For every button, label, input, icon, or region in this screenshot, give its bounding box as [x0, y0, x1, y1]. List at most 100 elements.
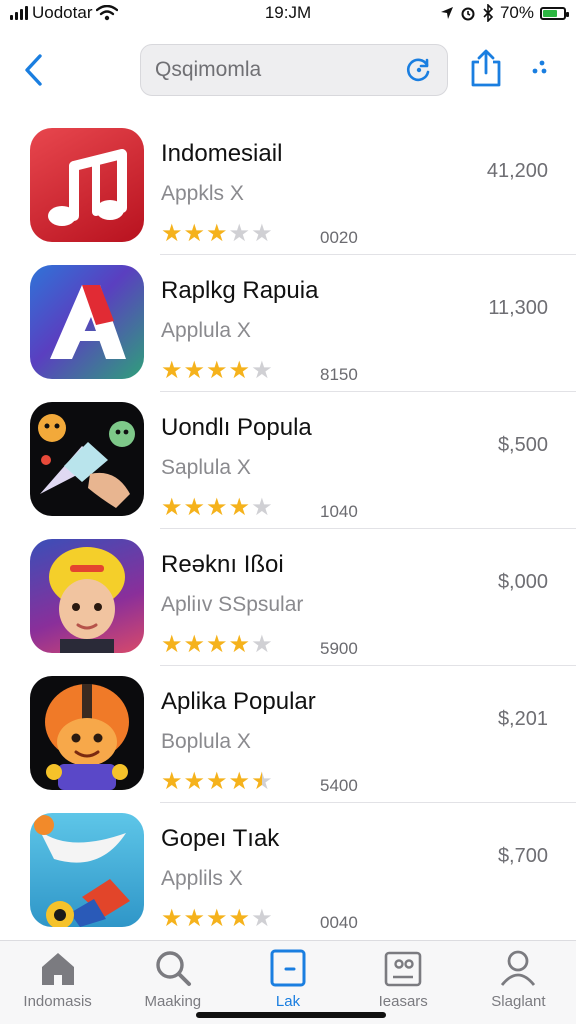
star-icon: ★	[183, 357, 206, 384]
star-icon: ★	[228, 905, 251, 932]
app-subtitle: Boplula X	[161, 730, 251, 753]
paper-plane-app-icon	[30, 813, 144, 927]
games-icon	[384, 951, 422, 987]
star-icon: ★	[251, 631, 273, 658]
search-query: Qsqimomla	[155, 58, 262, 81]
app-list: Indomesiail Appkls X ★ ★ ★ ★ ★ 0020 41,200 R…	[0, 118, 576, 938]
price-label[interactable]: $,000	[498, 571, 548, 594]
star-icon: ★	[161, 220, 183, 247]
share-button[interactable]	[468, 48, 504, 88]
star-rating: ★ ★ ★ ★ ★	[161, 633, 273, 657]
star-rating: ★ ★ ★ ★ ★	[161, 907, 273, 931]
star-icon: ★	[161, 768, 183, 795]
battery-fill	[543, 9, 557, 17]
tab-home[interactable]: Indomasis	[0, 941, 115, 1024]
more-button[interactable]	[526, 54, 552, 84]
app-name: Indomesiail	[161, 140, 283, 167]
app-name: Gopeı Tıak	[161, 825, 280, 852]
app-subtitle: Saplula X	[161, 456, 251, 479]
star-rating: ★ ★ ★ ★ ★	[161, 222, 273, 246]
star-icon: ★	[251, 220, 273, 247]
star-icon: ★	[206, 905, 228, 932]
star-icon: ★	[161, 905, 183, 932]
star-icon: ★	[161, 631, 183, 658]
list-item[interactable]: Uondlı Popula Saplula X ★ ★ ★ ★ ★ 1040 $,500	[0, 392, 576, 529]
star-icon: ★	[251, 494, 273, 521]
navbar: Qsqimomla	[0, 32, 576, 110]
search-icon	[156, 951, 191, 986]
profile-icon	[501, 950, 536, 986]
price-label[interactable]: $,201	[498, 708, 548, 731]
price-label[interactable]: 11,300	[488, 297, 548, 320]
tab-label: Maaking	[144, 993, 202, 1010]
home-indicator[interactable]	[196, 1012, 386, 1018]
home-icon	[41, 953, 74, 985]
star-icon: ★	[228, 357, 251, 384]
star-rating: ★ ★ ★ ★ ★	[161, 496, 273, 520]
refresh-icon[interactable]	[405, 56, 433, 84]
star-icon: ★	[206, 220, 228, 247]
battery-icon	[540, 6, 569, 20]
star-icon: ★	[183, 905, 206, 932]
list-item[interactable]: Reǝknı Ißoi Apliıv SSpsular ★ ★ ★ ★ ★ 5900 $…	[0, 529, 576, 666]
list-item[interactable]: Gopeı Tıak Applils X ★ ★ ★ ★ ★ 0040 $,700	[0, 803, 576, 938]
location-icon	[440, 7, 453, 19]
avatar-game-app-icon	[30, 539, 144, 653]
more-icon	[532, 60, 547, 74]
battery-percent: 70%	[499, 3, 534, 22]
star-icon: ★	[183, 220, 206, 247]
review-count: 0040	[320, 913, 358, 932]
list-item[interactable]: Raplkg Rapuia Applula X ★ ★ ★ ★ ★ 8150 11,30…	[0, 255, 576, 392]
star-icon: ★	[183, 494, 206, 521]
review-count: 0020	[320, 228, 358, 247]
app-subtitle: Appkls X	[161, 182, 244, 205]
star-icon: ★	[161, 357, 183, 384]
tab-label: Indomasis	[23, 993, 92, 1010]
alarm-icon	[461, 7, 475, 21]
helmet-character-app-icon	[30, 676, 144, 790]
chevron-left-icon	[25, 54, 42, 86]
status-right: 70%	[440, 3, 569, 23]
review-count: 5900	[320, 639, 358, 658]
tab-label: Lak	[275, 993, 301, 1010]
share-icon	[471, 49, 501, 87]
star-rating: ★ ★ ★ ★ ★	[161, 770, 273, 794]
app-name: Aplika Popular	[161, 688, 316, 715]
review-count: 5400	[320, 776, 358, 795]
app-name: Uondlı Popula	[161, 414, 312, 441]
app-name: Raplkg Rapuia	[161, 277, 319, 304]
signal-icon	[10, 6, 28, 20]
review-count: 8150	[320, 365, 358, 384]
star-icon: ★	[228, 494, 251, 521]
review-count: 1040	[320, 502, 358, 521]
music-app-icon	[30, 128, 144, 242]
app-subtitle: Apliıv SSpsular	[161, 593, 304, 616]
library-icon	[270, 949, 306, 987]
list-item[interactable]: Aplika Popular Boplula X ★ ★ ★ ★ ★ 5400 $,20…	[0, 666, 576, 803]
star-icon: ★	[228, 631, 251, 658]
back-button[interactable]	[16, 50, 50, 90]
star-icon: ★	[183, 768, 206, 795]
star-icon: ★	[206, 631, 228, 658]
price-label[interactable]: 41,200	[487, 160, 548, 183]
star-icon: ★	[251, 357, 273, 384]
carrier-label: Uodotar	[32, 3, 93, 22]
search-input[interactable]: Qsqimomla	[140, 44, 448, 96]
app-name: Reǝknı Ißoi	[161, 551, 284, 578]
wifi-icon	[96, 5, 119, 21]
star-icon: ★	[206, 768, 228, 795]
star-rating: ★ ★ ★ ★ ★	[161, 359, 273, 383]
app-subtitle: Applula X	[161, 319, 251, 342]
tab-label: Ieasars	[378, 993, 428, 1010]
star-icon: ★	[228, 768, 251, 795]
star-icon: ★	[161, 494, 183, 521]
bluetooth-icon	[483, 4, 494, 22]
list-item[interactable]: Indomesiail Appkls X ★ ★ ★ ★ ★ 0020 41,200	[0, 118, 576, 255]
letter-a-app-icon	[30, 265, 144, 379]
tab-label: Slaglant	[491, 993, 546, 1010]
price-label[interactable]: $,500	[498, 434, 548, 457]
price-label[interactable]: $,700	[498, 845, 548, 868]
star-icon: ★	[183, 631, 206, 658]
tab-profile[interactable]: Slaglant	[461, 941, 576, 1024]
star-icon: ★	[251, 905, 273, 932]
